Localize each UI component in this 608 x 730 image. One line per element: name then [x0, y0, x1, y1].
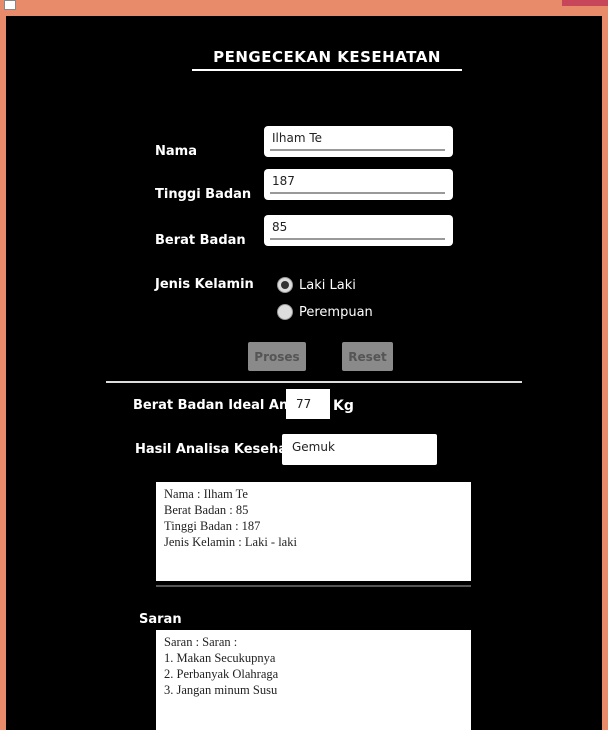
app-canvas: [6, 16, 602, 730]
ideal-label: Berat Badan Ideal Anda: [133, 398, 307, 413]
saran-line: Saran : Saran :: [164, 635, 238, 649]
radio-laki-laki[interactable]: Laki Laki: [277, 277, 356, 293]
berat-value: 85: [272, 220, 288, 234]
window-titlebar: [0, 0, 608, 16]
proses-button[interactable]: Proses: [248, 342, 306, 371]
ideal-unit: Kg: [333, 398, 354, 414]
radio-selected-icon: [277, 277, 293, 293]
summary-line: Berat Badan : 85: [164, 503, 249, 517]
analisa-value: Gemuk: [292, 440, 335, 454]
radio-perempuan-label: Perempuan: [299, 304, 373, 320]
saran-line: 3. Jangan minum Susu: [164, 683, 278, 697]
summary-line: Tinggi Badan : 187: [164, 519, 261, 533]
nama-value: Ilham Te: [272, 131, 323, 145]
berat-field[interactable]: 85: [264, 215, 453, 246]
radio-laki-laki-label: Laki Laki: [299, 277, 356, 293]
saran-line: 1. Makan Secukupnya: [164, 651, 276, 665]
title-underline: [192, 69, 462, 71]
nama-field[interactable]: Ilham Te: [264, 126, 453, 157]
saran-line: 2. Perbanyak Olahraga: [164, 667, 279, 681]
nama-underline: [270, 149, 445, 151]
saran-textarea[interactable]: Saran : Saran : 1. Makan Secukupnya 2. P…: [156, 630, 471, 730]
radio-perempuan[interactable]: Perempuan: [277, 304, 373, 320]
berat-label: Berat Badan: [155, 233, 246, 248]
app-icon: [4, 0, 16, 10]
tinggi-underline: [270, 192, 445, 194]
divider: [106, 381, 522, 383]
berat-underline: [270, 238, 445, 240]
page-title: PENGECEKAN KESEHATAN: [213, 48, 441, 66]
window-close-button[interactable]: [562, 0, 608, 6]
analisa-field[interactable]: Gemuk: [282, 434, 437, 465]
ideal-value-field[interactable]: 77: [286, 389, 330, 419]
reset-button[interactable]: Reset: [342, 342, 393, 371]
tinggi-label: Tinggi Badan: [155, 187, 252, 202]
summary-line: Nama : Ilham Te: [164, 487, 248, 501]
summary-line: Jenis Kelamin : Laki - laki: [164, 535, 297, 549]
gender-label: Jenis Kelamin: [155, 277, 254, 292]
tinggi-field[interactable]: 187: [264, 169, 453, 200]
ideal-value: 77: [296, 397, 312, 411]
nama-label: Nama: [155, 144, 197, 159]
radio-unselected-icon: [277, 304, 293, 320]
tinggi-value: 187: [272, 174, 295, 188]
summary-textarea[interactable]: Nama : Ilham Te Berat Badan : 85 Tinggi …: [156, 482, 471, 581]
summary-scroll-divider: [156, 585, 471, 587]
saran-label: Saran: [139, 612, 182, 627]
